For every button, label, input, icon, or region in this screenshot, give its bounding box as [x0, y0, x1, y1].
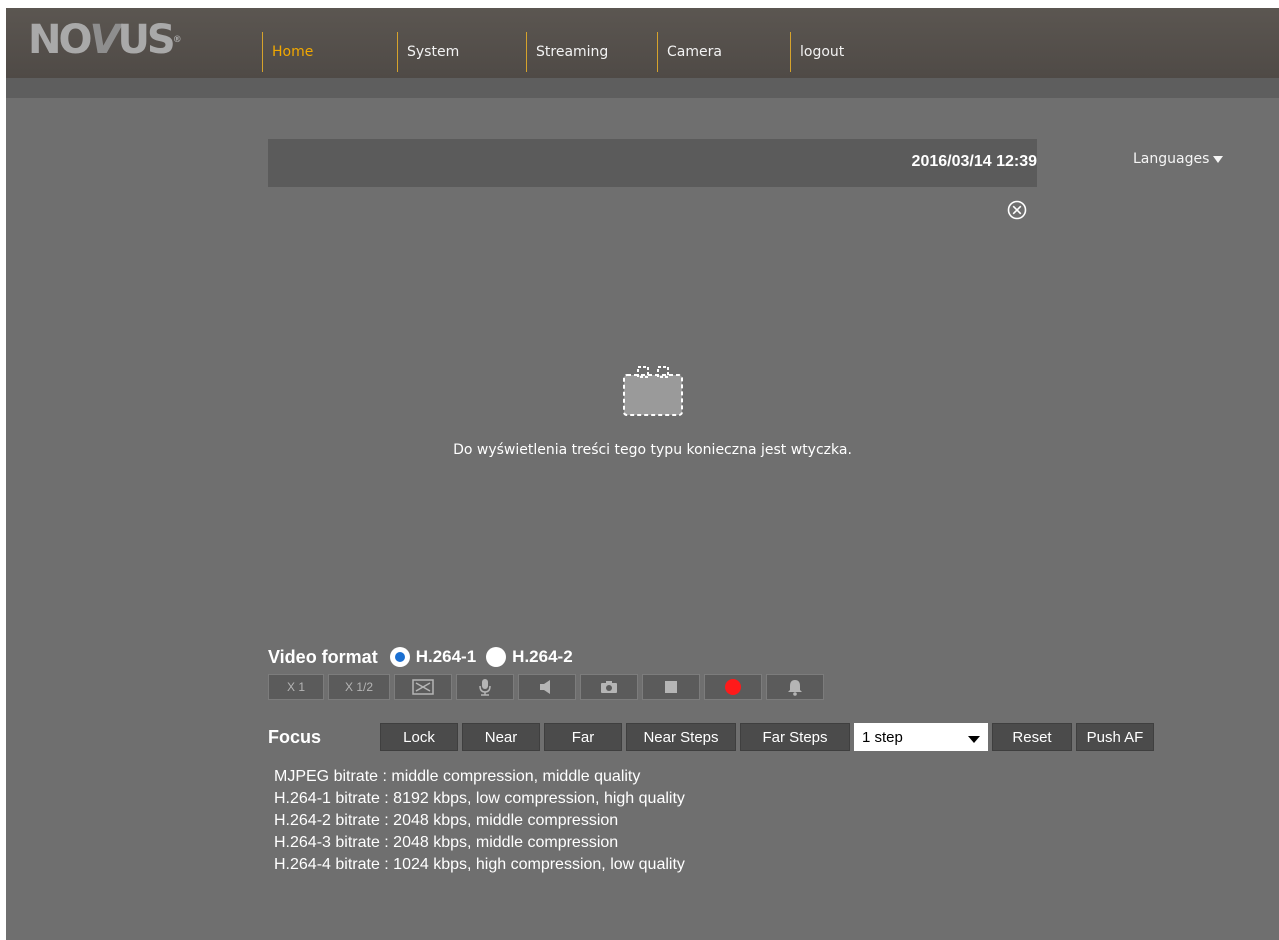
focus-step-select[interactable]: 1 step [854, 723, 988, 751]
nav-system[interactable]: System [397, 32, 526, 72]
radio-h264-2-label: H.264-2 [512, 647, 573, 666]
caret-down-icon [1213, 155, 1224, 163]
record-button[interactable] [704, 674, 762, 700]
languages-dropdown[interactable]: Languages [1133, 151, 1224, 167]
speaker-button[interactable] [518, 674, 576, 700]
plugin-required-message: Do wyświetlenia treści tego typu koniecz… [453, 442, 852, 458]
focus-far-steps-button[interactable]: Far Steps [740, 723, 850, 751]
video-control-toolbar: X 1 X 1/2 [268, 674, 824, 700]
focus-near-steps-button[interactable]: Near Steps [626, 723, 736, 751]
nav-streaming[interactable]: Streaming [526, 32, 657, 72]
languages-label: Languages [1133, 151, 1210, 167]
radio-h264-2[interactable]: H.264-2 [486, 647, 573, 667]
alarm-button[interactable] [766, 674, 824, 700]
focus-near-button[interactable]: Near [462, 723, 540, 751]
nav-camera[interactable]: Camera [657, 32, 790, 72]
bitrate-line-h264-4: H.264-4 bitrate : 1024 kbps, high compre… [274, 856, 685, 873]
alarm-bell-icon [788, 680, 802, 696]
stop-icon [665, 681, 677, 693]
video-format-label: Video format [268, 646, 378, 667]
bitrate-info: MJPEG bitrate : middle compression, midd… [274, 766, 685, 876]
speaker-icon [540, 680, 550, 694]
zoom-x1-button[interactable]: X 1 [268, 674, 324, 700]
video-header-bar: 2016/03/14 12:39 [268, 139, 1037, 187]
video-format-selector: Video format H.264-1 H.264-2 [268, 644, 583, 670]
snapshot-camera-icon [601, 681, 617, 693]
bitrate-line-h264-2: H.264-2 bitrate : 2048 kbps, middle comp… [274, 812, 619, 829]
nav-home[interactable]: Home [262, 32, 397, 72]
close-icon[interactable] [1006, 199, 1028, 221]
sub-bar [6, 78, 1279, 98]
radio-button-unchecked[interactable] [486, 647, 507, 667]
stop-button[interactable] [642, 674, 700, 700]
nav-logout[interactable]: logout [790, 32, 890, 72]
microphone-icon [479, 679, 491, 696]
microphone-button[interactable] [456, 674, 514, 700]
focus-label: Focus [268, 726, 322, 747]
main-nav: Home System Streaming Camera logout [262, 32, 890, 72]
bitrate-line-h264-3: H.264-3 bitrate : 2048 kbps, middle comp… [274, 834, 619, 851]
snapshot-button[interactable] [580, 674, 638, 700]
bitrate-line-mjpeg: MJPEG bitrate : middle compression, midd… [274, 768, 641, 785]
fullscreen-icon [412, 679, 434, 695]
fullscreen-button[interactable] [394, 674, 452, 700]
chevron-down-icon [968, 735, 980, 743]
radio-button-checked[interactable] [389, 647, 410, 667]
app-frame: NOVUS® Home System Streaming Camera logo… [6, 8, 1279, 940]
focus-controls: Focus Lock Near Far Near Steps Far Steps… [268, 722, 1158, 752]
top-bar: NOVUS® Home System Streaming Camera logo… [6, 8, 1279, 78]
radio-h264-1-label: H.264-1 [415, 647, 477, 666]
focus-step-value: 1 step [862, 728, 903, 746]
focus-lock-button[interactable]: Lock [380, 723, 458, 751]
focus-far-button[interactable]: Far [544, 723, 622, 751]
zoom-x1-2-button[interactable]: X 1/2 [328, 674, 390, 700]
datetime-display: 2016/03/14 12:39 [911, 153, 1037, 170]
push-af-button[interactable]: Push AF [1076, 723, 1154, 751]
record-icon [725, 679, 741, 695]
bitrate-line-h264-1: H.264-1 bitrate : 8192 kbps, low compres… [274, 790, 685, 807]
focus-reset-button[interactable]: Reset [992, 723, 1072, 751]
live-video-area: Do wyświetlenia treści tego typu koniecz… [268, 187, 1037, 629]
radio-h264-1[interactable]: H.264-1 [389, 647, 477, 667]
novus-logo: NOVUS® [28, 17, 182, 63]
missing-plugin-icon [620, 363, 686, 419]
